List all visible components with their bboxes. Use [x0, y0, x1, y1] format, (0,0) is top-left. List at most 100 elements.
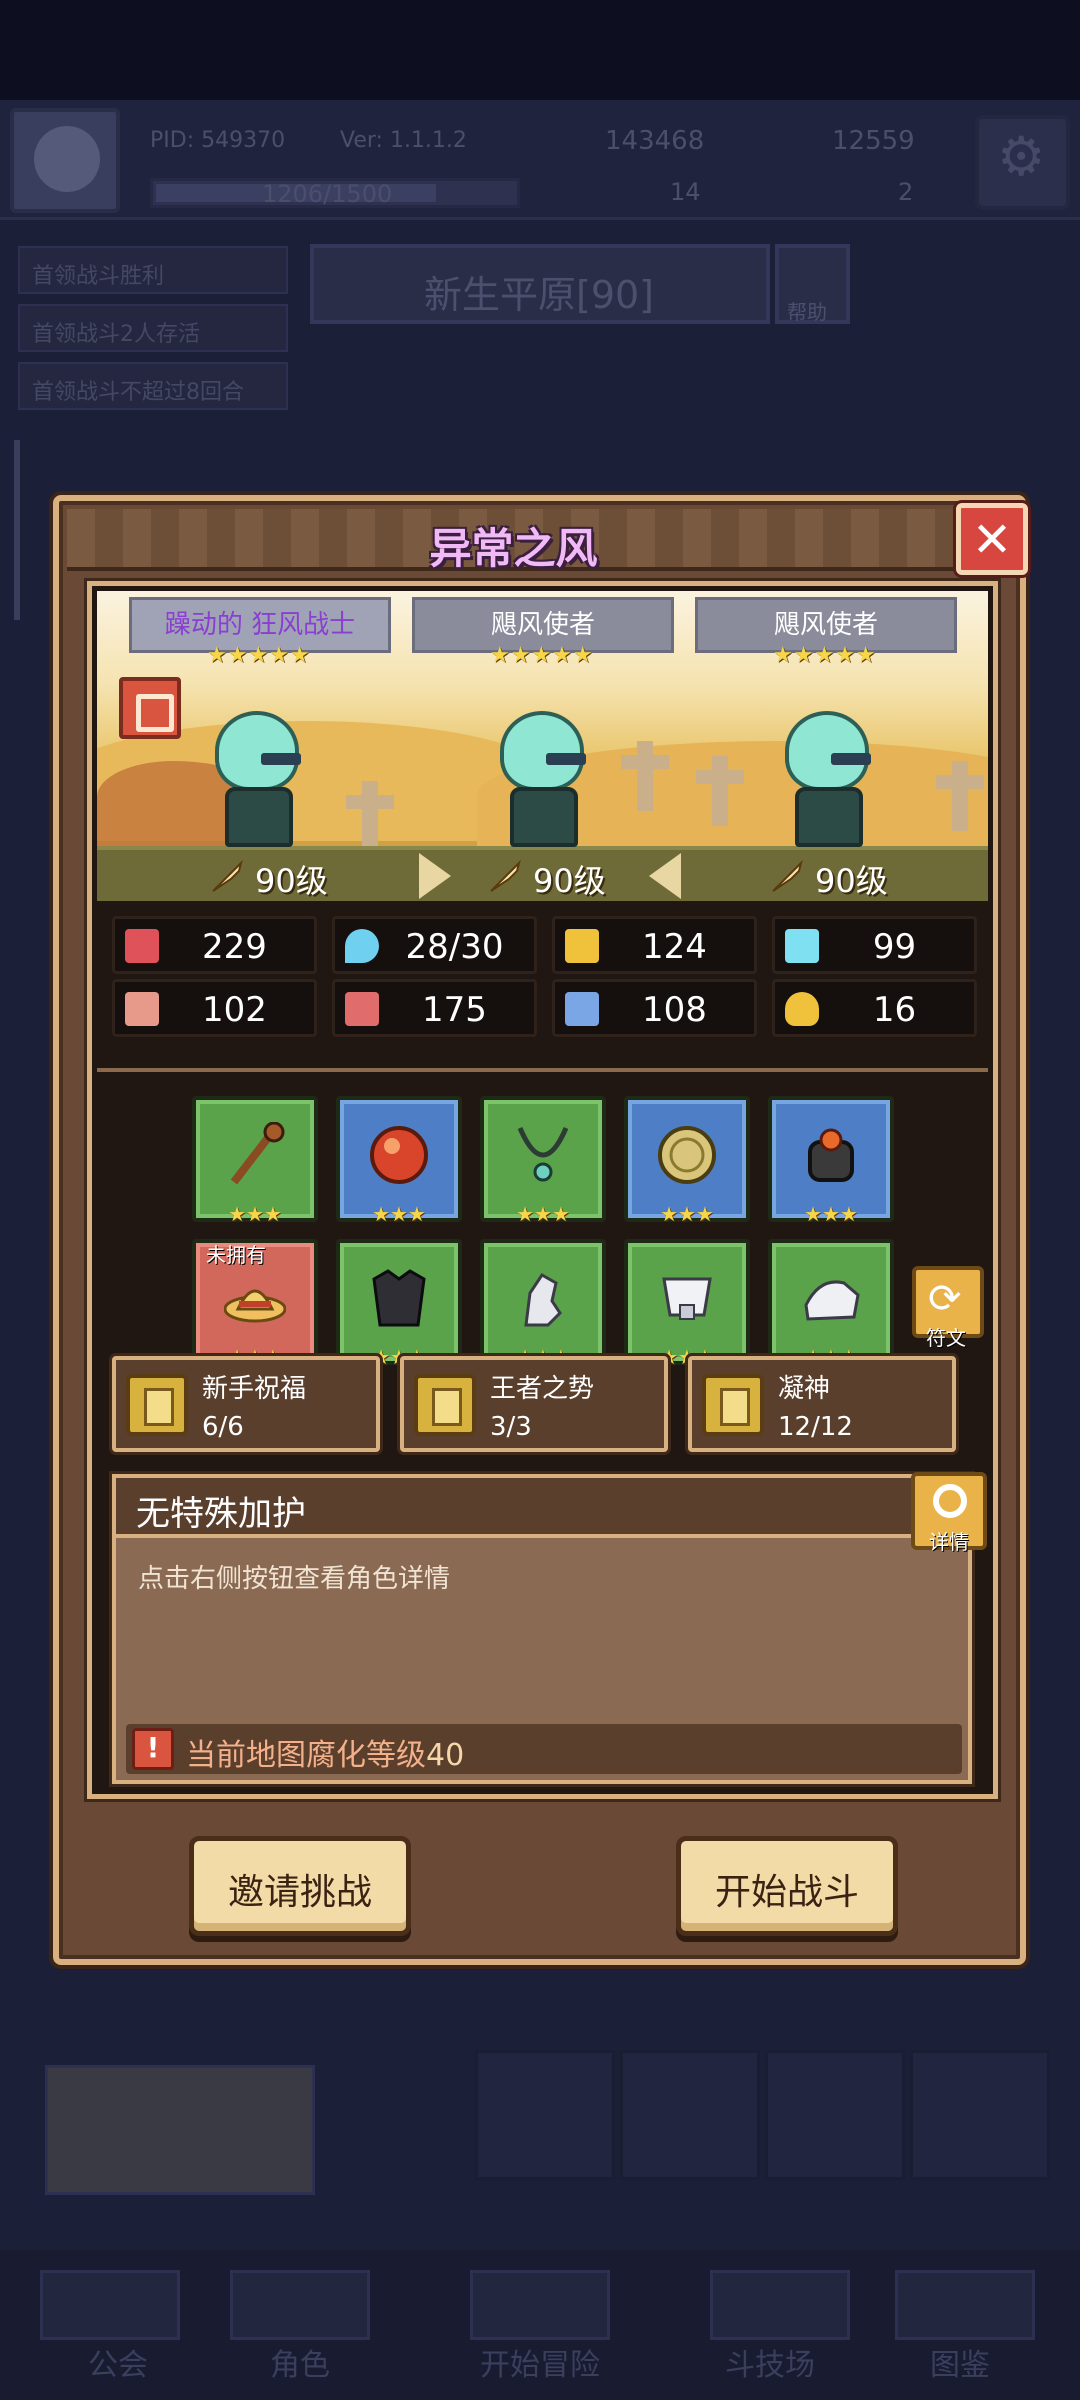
hero-level: 90级 [533, 862, 606, 900]
scroll-icon [702, 1374, 764, 1436]
close-button[interactable]: ✕ [956, 503, 1028, 575]
quest-item: 首领战斗不超过8回合 [18, 362, 288, 410]
hero-stars: ★★★★★ [490, 643, 594, 668]
equip-hat[interactable]: 未拥有 ★★★ [192, 1239, 318, 1369]
nav-codex: 图鉴 [930, 2348, 990, 2383]
hero-card-1[interactable]: 躁动的 狂风战士 ★★★★★ [129, 597, 391, 668]
player-avatar [10, 108, 120, 213]
stat-attack: 102 [112, 979, 317, 1037]
detail-button[interactable]: 详情 [911, 1472, 987, 1554]
equip-armor[interactable]: ★★★ [336, 1239, 462, 1369]
grave-cross-icon [346, 781, 394, 851]
armor-icon [372, 1269, 426, 1327]
hero-level: 90级 [815, 862, 888, 900]
hero-sprite[interactable] [482, 711, 602, 851]
key-count: 2 [898, 178, 914, 206]
grid-slot [910, 2050, 1050, 2180]
boot-icon [565, 992, 599, 1026]
grave-cross-icon [936, 761, 984, 831]
nav-box [230, 2270, 370, 2340]
equip-necklace[interactable]: ★★★ [480, 1096, 606, 1226]
hero-sprite[interactable] [197, 711, 317, 851]
quest-item: 首领战斗胜利 [18, 246, 288, 294]
gem-count: 12559 [832, 126, 915, 156]
corruption-row: ! 当前地图腐化等级40 [126, 1724, 962, 1774]
buff-card[interactable]: 凝神 12/12 [688, 1356, 956, 1452]
help-button: 帮助 [775, 244, 850, 324]
book-icon [345, 992, 379, 1026]
staff-icon [230, 1122, 285, 1185]
invite-challenge-button[interactable]: 邀请挑战 [189, 1836, 411, 1936]
buff-card[interactable]: 新手祝福 6/6 [112, 1356, 380, 1452]
crystal-icon [785, 929, 819, 963]
nav-box [470, 2270, 610, 2340]
equip-belt[interactable]: ★★★ [624, 1239, 750, 1369]
nav-box [710, 2270, 850, 2340]
background-card [45, 2065, 315, 2195]
sword-level-icon [212, 859, 243, 892]
gloves-icon [524, 1273, 562, 1327]
corruption-label: 当前地图腐化等级 [186, 1738, 426, 1773]
hero-card-2[interactable]: 飓风使者 ★★★★★ [412, 597, 674, 668]
nav-box [40, 2270, 180, 2340]
hero-sprite[interactable] [767, 711, 887, 851]
player-id: PID: 549370 [150, 128, 286, 153]
not-owned-badge: 未拥有 [206, 1243, 266, 1267]
equip-ring[interactable]: ★★★ [768, 1096, 894, 1226]
equip-boots[interactable]: ★★★ [768, 1239, 894, 1369]
protection-header: 无特殊加护 [116, 1478, 968, 1538]
stat-defense: 124 [552, 916, 757, 974]
fist-icon [125, 992, 159, 1026]
stage-selector: 新生平原[90] [310, 244, 770, 324]
straw-hat-icon [224, 1289, 286, 1323]
modal-title: 异常之风 [429, 524, 598, 573]
necklace-icon [517, 1127, 569, 1182]
buff-card[interactable]: 王者之势 3/3 [400, 1356, 668, 1452]
equip-coin[interactable]: ★★★ [624, 1096, 750, 1226]
grid-slot [765, 2050, 905, 2180]
magnifier-icon [933, 1484, 967, 1518]
quest-item: 首领战斗2人存活 [18, 304, 288, 352]
gold-count: 143468 [605, 126, 705, 156]
horseshoe-icon [785, 992, 819, 1026]
stat-magic: 175 [332, 979, 537, 1037]
equip-orb[interactable]: ★★★ [336, 1096, 462, 1226]
settings-gear-icon [975, 115, 1070, 210]
nav-arena: 斗技场 [725, 2348, 815, 2383]
nav-adventure: 开始冒险 [480, 2348, 600, 2383]
game-version: Ver: 1.1.1.2 [340, 128, 467, 153]
close-icon: ✕ [971, 512, 1013, 568]
scroll-icon [414, 1374, 476, 1436]
sword-level-icon [490, 859, 521, 892]
hero-card-3[interactable]: 飓风使者 ★★★★★ [695, 597, 957, 668]
warning-icon: ! [132, 1728, 174, 1770]
swap-icon: ⟳ [928, 1276, 962, 1322]
rune-button[interactable]: ⟳ 符文 [912, 1266, 984, 1350]
ring-icon [808, 1128, 854, 1182]
mana-drop-icon [345, 929, 379, 963]
coin-icon [658, 1126, 716, 1184]
nav-box [895, 2270, 1035, 2340]
hero-level: 90级 [255, 862, 328, 900]
grave-cross-icon [621, 741, 669, 811]
heart-icon [125, 929, 159, 963]
equip-staff[interactable]: ★★★ [192, 1096, 318, 1226]
grave-cross-icon [696, 756, 744, 826]
scrollbar [14, 440, 20, 620]
nav-guild: 公会 [88, 2348, 148, 2383]
equip-gloves[interactable]: ★★★ [480, 1239, 606, 1369]
shield-icon [565, 929, 599, 963]
protection-panel: 无特殊加护 详情 点击右侧按钮查看角色详情 ! 当前地图腐化等级40 [112, 1472, 987, 1784]
portrait-toggle-icon[interactable] [119, 677, 181, 739]
battle-modal: 异常之风 ✕ 躁动的 狂风战士 ★★★★★ 飓风使者 ★★★★★ 飓风使者 ★★… [53, 495, 1028, 1965]
protection-hint: 点击右侧按钮查看角色详情 [138, 1564, 451, 1594]
belt-icon [662, 1277, 712, 1320]
scroll-icon [126, 1374, 188, 1436]
modal-content: 躁动的 狂风战士 ★★★★★ 飓风使者 ★★★★★ 飓风使者 ★★★★★ 90级… [87, 581, 998, 1799]
corruption-level: 40 [426, 1738, 465, 1773]
hero-stars: ★★★★★ [207, 643, 311, 668]
grid-slot [475, 2050, 615, 2180]
stat-hp: 229 [112, 916, 317, 974]
fire-orb-icon [370, 1126, 428, 1184]
start-battle-button[interactable]: 开始战斗 [676, 1836, 898, 1936]
